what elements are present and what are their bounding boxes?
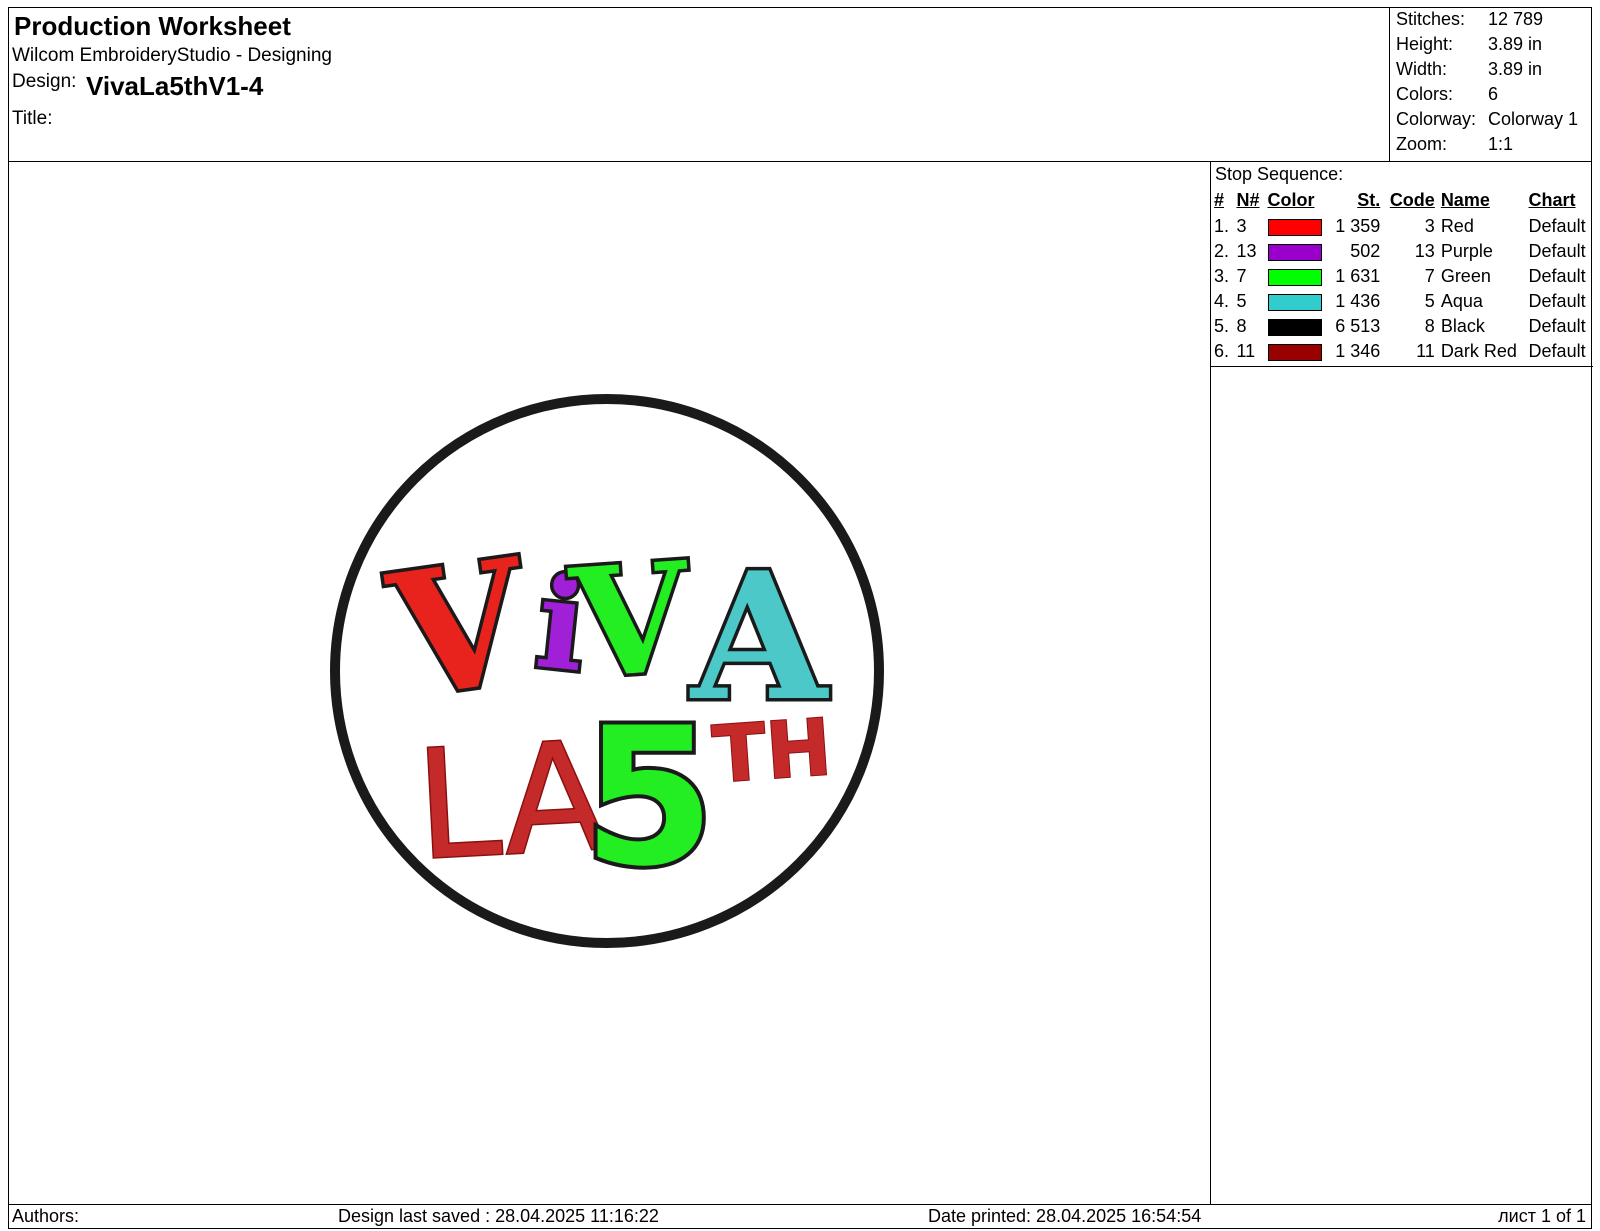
stop-sequence-panel: Stop Sequence: # N# Color St. Code Name … [1210, 162, 1593, 1204]
row-n: 5 [1236, 291, 1247, 311]
row-num: 5. [1214, 316, 1230, 336]
letters-la-darkred: LA [412, 710, 610, 894]
row-color [1265, 214, 1329, 239]
color-swatch [1267, 293, 1322, 311]
row-chart: Default [1528, 266, 1586, 286]
worksheet-title: Production Worksheet [14, 11, 291, 41]
row-name: Dark Red [1440, 341, 1517, 361]
row-stitches: 1 436 [1335, 291, 1381, 311]
stop-sequence-table: # N# Color St. Code Name Chart 1. 3 1 35… [1211, 186, 1593, 364]
row-n: 3 [1236, 216, 1247, 236]
letter-v-green: V [565, 529, 697, 713]
title-label: Title: [12, 108, 53, 129]
color-swatch [1267, 218, 1322, 236]
stat-value: 6 [1488, 84, 1499, 104]
table-row: 4. 5 1 436 5 Aqua Default [1211, 289, 1593, 314]
row-code: 5 [1424, 291, 1435, 311]
stat-value: 1:1 [1488, 134, 1514, 154]
row-code: 13 [1414, 241, 1435, 261]
row-name: Black [1440, 316, 1485, 336]
color-swatch [1267, 268, 1322, 286]
design-preview-svg: V i V A LA 5 TH [330, 394, 884, 948]
row-name: Red [1440, 216, 1474, 236]
col-name: Name [1440, 189, 1490, 210]
color-swatch [1267, 243, 1322, 261]
col-color: Color [1267, 189, 1315, 210]
row-color [1265, 339, 1329, 364]
stat-key: Height: [1396, 34, 1454, 54]
row-code: 8 [1424, 316, 1435, 336]
digit-5-green: 5 [583, 687, 715, 908]
row-num: 2. [1214, 241, 1230, 261]
row-code: 7 [1424, 266, 1435, 286]
row-n: 8 [1236, 316, 1247, 336]
col-n: N# [1236, 189, 1260, 210]
stat-value: Colorway 1 [1488, 109, 1579, 129]
authors-label: Authors: [12, 1206, 80, 1226]
row-stitches: 1 346 [1335, 341, 1381, 361]
row-name: Aqua [1440, 291, 1483, 311]
row-chart: Default [1528, 241, 1586, 261]
row-stitches: 1 631 [1335, 266, 1381, 286]
stats-panel: Stitches: 12 789 Height: 3.89 in Width: … [1389, 7, 1592, 162]
last-saved: Design last saved : 28.04.2025 11:16:22 [338, 1206, 659, 1226]
software-name: Wilcom EmbroideryStudio - Designing [12, 45, 332, 66]
row-color [1265, 314, 1329, 339]
stat-value: 12 789 [1488, 9, 1544, 29]
table-row: 1. 3 1 359 3 Red Default [1211, 214, 1593, 239]
color-swatch [1267, 318, 1322, 336]
row-color [1265, 264, 1329, 289]
design-label: Design: [12, 71, 77, 92]
table-row: 2. 13 502 13 Purple Default [1211, 239, 1593, 264]
row-n: 7 [1236, 266, 1247, 286]
letters-th-darkred: TH [710, 703, 834, 801]
col-num: # [1214, 189, 1225, 210]
table-row: 6. 11 1 346 11 Dark Red Default [1211, 339, 1593, 364]
date-printed: Date printed: 28.04.2025 16:54:54 [928, 1206, 1202, 1226]
worksheet-header: Production Worksheet Wilcom EmbroiderySt… [8, 7, 1592, 162]
row-num: 3. [1214, 266, 1230, 286]
col-code: Code [1389, 189, 1435, 210]
page-number: лист 1 of 1 [1498, 1206, 1586, 1226]
row-num: 6. [1214, 341, 1230, 361]
stat-key: Colorway: [1396, 109, 1477, 129]
row-name: Purple [1440, 241, 1493, 261]
stat-key: Width: [1396, 59, 1448, 79]
row-chart: Default [1528, 216, 1586, 236]
stat-value: 3.89 in [1488, 34, 1543, 54]
row-code: 3 [1424, 216, 1435, 236]
stat-key: Zoom: [1396, 134, 1448, 154]
table-row: 5. 8 6 513 8 Black Default [1211, 314, 1593, 339]
table-row: 3. 7 1 631 7 Green Default [1211, 264, 1593, 289]
row-n: 13 [1236, 241, 1257, 261]
col-chart: Chart [1528, 189, 1576, 210]
row-chart: Default [1528, 316, 1586, 336]
row-stitches: 1 359 [1335, 216, 1381, 236]
row-color [1265, 239, 1329, 264]
row-stitches: 502 [1350, 241, 1381, 261]
table-header-row: # N# Color St. Code Name Chart [1211, 186, 1593, 214]
stop-sequence-divider [1211, 366, 1593, 367]
col-stitches: St. [1357, 189, 1381, 210]
row-n: 11 [1236, 341, 1256, 361]
row-name: Green [1440, 266, 1491, 286]
row-chart: Default [1528, 341, 1586, 361]
stat-key: Stitches: [1396, 9, 1466, 29]
row-num: 4. [1214, 291, 1230, 311]
stat-key: Colors: [1396, 84, 1454, 104]
stat-value: 3.89 in [1488, 59, 1543, 79]
stop-sequence-title: Stop Sequence: [1215, 164, 1344, 184]
letter-v-red: V [379, 521, 542, 738]
worksheet-footer: Authors: Design last saved : 28.04.2025 … [8, 1204, 1592, 1229]
color-swatch [1267, 343, 1322, 361]
row-num: 1. [1214, 216, 1230, 236]
row-stitches: 6 513 [1335, 316, 1381, 336]
design-preview: V i V A LA 5 TH [9, 163, 1209, 1203]
row-color [1265, 289, 1329, 314]
row-code: 11 [1416, 341, 1435, 361]
row-chart: Default [1528, 291, 1586, 311]
design-name: VivaLa5thV1-4 [86, 71, 264, 101]
